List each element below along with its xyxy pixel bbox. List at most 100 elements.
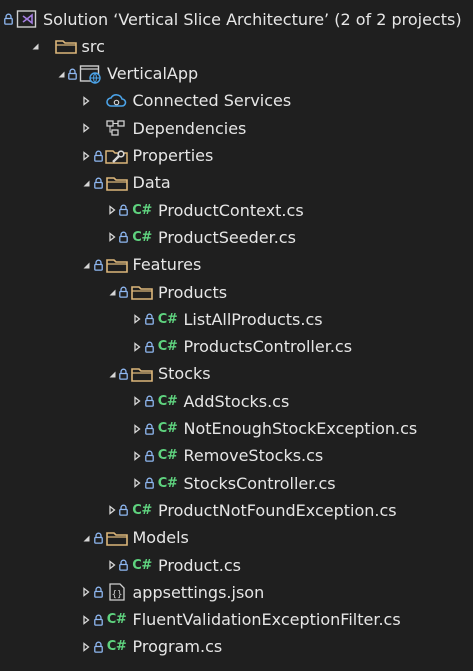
lock-icon	[93, 582, 104, 602]
tree-item-label: AddStocks.cs	[183, 391, 290, 411]
collapse-arrow-icon[interactable]	[80, 637, 93, 657]
file-appsettings[interactable]: {} appsettings.json	[0, 579, 473, 605]
lock-icon	[118, 500, 129, 520]
json-icon: {}	[104, 582, 130, 602]
file-productseeder[interactable]: C# ProductSeeder.cs	[0, 224, 473, 250]
folder-data[interactable]: Data	[0, 170, 473, 196]
dependencies-icon	[104, 118, 130, 138]
csharp-icon: C#	[157, 448, 178, 464]
collapse-arrow-icon[interactable]	[80, 610, 93, 630]
lock-icon	[93, 528, 104, 548]
tree-item-label: src	[81, 36, 105, 56]
lock-icon	[118, 227, 129, 247]
tree-item-label: RemoveStocks.cs	[183, 446, 324, 466]
file-removestocks[interactable]: C# RemoveStocks.cs	[0, 443, 473, 469]
lock-spacer	[93, 118, 104, 138]
collapse-arrow-icon[interactable]	[80, 118, 93, 138]
properties-node[interactable]: Properties	[0, 143, 473, 169]
connected-services-node[interactable]: Connected Services	[0, 88, 473, 114]
solution-node[interactable]: Solution ‘Vertical Slice Architecture’ (…	[0, 6, 473, 32]
tree-item-label: ProductContext.cs	[158, 200, 304, 220]
folder-icon	[53, 36, 79, 56]
tree-item-label: ProductSeeder.cs	[158, 227, 296, 247]
file-productscontroller[interactable]: C# ProductsController.cs	[0, 334, 473, 360]
csharp-icon: C#	[157, 339, 178, 355]
collapse-arrow-icon[interactable]	[105, 200, 118, 220]
dependencies-node[interactable]: Dependencies	[0, 115, 473, 141]
collapse-arrow-icon[interactable]	[105, 500, 118, 520]
collapse-arrow-icon[interactable]	[131, 337, 144, 357]
tree-item-label: Product.cs	[158, 555, 241, 575]
csharp-icon: C#	[157, 311, 178, 327]
collapse-arrow-icon[interactable]	[80, 91, 93, 111]
expand-arrow-icon[interactable]	[80, 528, 93, 548]
file-addstocks[interactable]: C# AddStocks.cs	[0, 388, 473, 414]
csharp-icon: C#	[157, 393, 178, 409]
lock-spacer	[42, 36, 53, 56]
lock-icon	[3, 9, 14, 29]
lock-icon	[93, 637, 104, 657]
wrench-folder-icon	[104, 146, 130, 166]
tree-item-label: appsettings.json	[132, 582, 265, 602]
collapse-arrow-icon[interactable]	[131, 309, 144, 329]
collapse-arrow-icon[interactable]	[131, 391, 144, 411]
file-notenoughstockexception[interactable]: C# NotEnoughStockException.cs	[0, 416, 473, 442]
lock-icon	[144, 337, 155, 357]
lock-icon	[118, 555, 129, 575]
solution-explorer-tree: Solution ‘Vertical Slice Architecture’ (…	[0, 0, 473, 671]
project-verticalapp[interactable]: VerticalApp	[0, 61, 473, 87]
folder-icon	[129, 282, 155, 302]
expand-arrow-icon[interactable]	[29, 36, 42, 56]
tree-item-label: VerticalApp	[107, 64, 199, 84]
file-stockscontroller[interactable]: C# StocksController.cs	[0, 470, 473, 496]
folder-products[interactable]: Products	[0, 279, 473, 305]
csharp-icon: C#	[132, 502, 152, 518]
collapse-arrow-icon[interactable]	[105, 555, 118, 575]
tree-item-label: Solution ‘Vertical Slice Architecture’ (…	[43, 9, 462, 29]
tree-item-label: Properties	[132, 146, 214, 165]
tree-item-label: NotEnoughStockException.cs	[183, 419, 418, 438]
collapse-arrow-icon[interactable]	[131, 446, 144, 466]
lock-icon	[144, 391, 155, 411]
expand-arrow-icon[interactable]	[105, 282, 118, 302]
web-project-icon	[78, 64, 104, 84]
csharp-icon: C#	[132, 557, 152, 573]
folder-src[interactable]: src	[0, 33, 473, 59]
tree-item-label: StocksController.cs	[183, 473, 336, 493]
lock-icon	[144, 446, 155, 466]
file-listallproducts[interactable]: C# ListAllProducts.cs	[0, 306, 473, 332]
folder-icon	[129, 364, 155, 384]
lock-icon	[118, 364, 129, 384]
collapse-arrow-icon[interactable]	[131, 473, 144, 493]
csharp-icon: C#	[157, 421, 178, 436]
tree-item-label: Products	[158, 282, 228, 302]
csharp-icon: C#	[132, 202, 152, 218]
csharp-icon: C#	[106, 612, 127, 628]
lock-icon	[144, 419, 155, 439]
collapse-arrow-icon[interactable]	[80, 582, 93, 602]
file-product[interactable]: C# Product.cs	[0, 552, 473, 578]
folder-stocks[interactable]: Stocks	[0, 361, 473, 387]
collapse-arrow-icon[interactable]	[105, 227, 118, 247]
folder-icon	[104, 173, 130, 193]
folder-models[interactable]: Models	[0, 525, 473, 551]
folder-icon	[104, 528, 130, 548]
tree-item-label: Stocks	[158, 364, 211, 384]
collapse-arrow-icon[interactable]	[80, 146, 93, 166]
expand-arrow-icon[interactable]	[80, 173, 93, 193]
expand-arrow-icon[interactable]	[105, 364, 118, 384]
tree-item-label: Data	[132, 173, 171, 193]
lock-spacer	[93, 91, 104, 111]
folder-features[interactable]: Features	[0, 252, 473, 278]
file-productnotfoundexception[interactable]: C# ProductNotFoundException.cs	[0, 497, 473, 523]
collapse-arrow-icon[interactable]	[131, 419, 144, 439]
file-program[interactable]: C# Program.cs	[0, 634, 473, 660]
csharp-icon: C#	[132, 229, 152, 245]
file-productcontext[interactable]: C# ProductContext.cs	[0, 197, 473, 223]
expand-arrow-icon[interactable]	[80, 255, 93, 275]
expand-arrow-icon[interactable]	[54, 64, 67, 84]
file-fluentvalidationexceptionfilter[interactable]: C# FluentValidationExceptionFilter.cs	[0, 607, 473, 633]
lock-icon	[93, 173, 104, 193]
csharp-icon: C#	[157, 475, 178, 491]
svg-text:{}: {}	[111, 590, 122, 600]
